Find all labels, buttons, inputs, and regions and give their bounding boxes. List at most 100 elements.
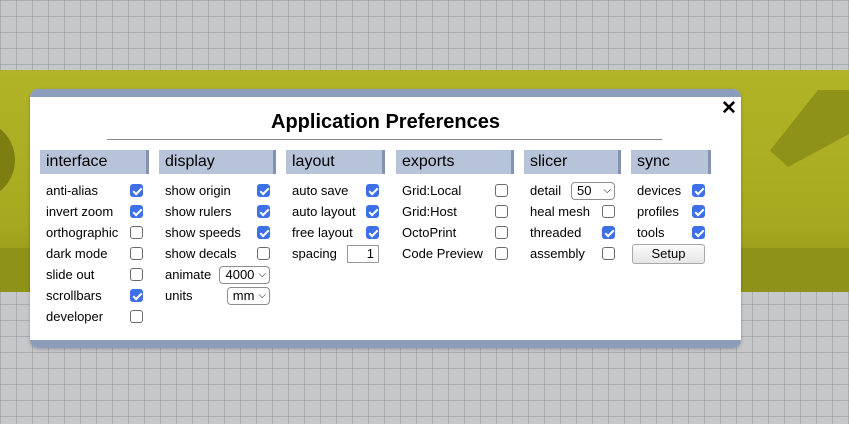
orthographic-checkbox[interactable] [130, 226, 143, 239]
detail-select[interactable]: 50 ⌵ [571, 181, 615, 200]
sync-header: sync [631, 150, 711, 174]
display-show-speeds-row: show speeds [159, 222, 276, 243]
scrollbars-label: scrollbars [46, 288, 102, 303]
spacing-input[interactable]: 1 [347, 244, 379, 263]
slicer-threaded-row: threaded [524, 222, 621, 243]
tools-checkbox[interactable] [692, 226, 705, 239]
layout-auto-save-row: auto save [286, 180, 385, 201]
preferences-dialog: ✕ Application Preferences interface anti… [30, 89, 741, 348]
octoprint-label: OctoPrint [402, 225, 457, 240]
units-select[interactable]: mm ⌵ [226, 286, 270, 305]
show-origin-checkbox[interactable] [257, 184, 270, 197]
sync-profiles-row: profiles [631, 201, 711, 222]
developer-checkbox[interactable] [130, 310, 143, 323]
dark-mode-label: dark mode [46, 246, 108, 261]
layout-section: layout auto save auto layout free layout… [286, 150, 385, 264]
anti-alias-checkbox[interactable] [130, 184, 143, 197]
display-show-rulers-row: show rulers [159, 201, 276, 222]
auto-layout-checkbox[interactable] [366, 205, 379, 218]
animate-select[interactable]: 4000 ⌵ [219, 265, 270, 284]
layout-free-layout-row: free layout [286, 222, 385, 243]
heal-mesh-checkbox[interactable] [602, 205, 615, 218]
dark-mode-checkbox[interactable] [130, 247, 143, 260]
invert-zoom-checkbox[interactable] [130, 205, 143, 218]
display-units-row: units mm ⌵ [159, 285, 276, 306]
interface-orthographic-row: orthographic [40, 222, 149, 243]
auto-save-checkbox[interactable] [366, 184, 379, 197]
devices-label: devices [637, 183, 682, 198]
layout-header: layout [286, 150, 385, 174]
show-origin-label: show origin [165, 183, 231, 198]
chevron-down-icon: ⌵ [258, 290, 266, 301]
invert-zoom-label: invert zoom [46, 204, 114, 219]
detail-value: 50 [577, 183, 592, 198]
auto-save-label: auto save [292, 183, 349, 198]
heal-mesh-label: heal mesh [530, 204, 590, 219]
assembly-label: assembly [530, 246, 585, 261]
units-value: mm [232, 288, 255, 303]
threaded-label: threaded [530, 225, 582, 240]
interface-anti-alias-row: anti-alias [40, 180, 149, 201]
grid-local-label: Grid:Local [402, 183, 462, 198]
exports-code-preview-row: Code Preview [396, 243, 514, 264]
slicer-header: slicer [524, 150, 621, 174]
display-section: display show origin show rulers show spe… [159, 150, 276, 306]
interface-invert-zoom-row: invert zoom [40, 201, 149, 222]
orthographic-label: orthographic [46, 225, 119, 240]
layout-spacing-row: spacing 1 [286, 243, 385, 264]
slicer-assembly-row: assembly [524, 243, 621, 264]
exports-grid-host-row: Grid:Host [396, 201, 514, 222]
exports-grid-local-row: Grid:Local [396, 180, 514, 201]
assembly-checkbox[interactable] [602, 247, 615, 260]
interface-dark-mode-row: dark mode [40, 243, 149, 264]
sync-devices-row: devices [631, 180, 711, 201]
grid-local-checkbox[interactable] [495, 184, 508, 197]
spacing-label: spacing [292, 246, 337, 261]
slide-out-checkbox[interactable] [130, 268, 143, 281]
interface-scrollbars-row: scrollbars [40, 285, 149, 306]
slicer-section: slicer detail 50 ⌵ heal mesh threaded as… [524, 150, 621, 264]
profiles-checkbox[interactable] [692, 205, 705, 218]
scrollbars-checkbox[interactable] [130, 289, 143, 302]
anti-alias-label: anti-alias [46, 183, 99, 198]
show-rulers-label: show rulers [165, 204, 232, 219]
grid-host-checkbox[interactable] [495, 205, 508, 218]
octoprint-checkbox[interactable] [495, 226, 508, 239]
units-label: units [165, 288, 193, 303]
free-layout-label: free layout [292, 225, 353, 240]
chevron-down-icon: ⌵ [603, 185, 611, 196]
title-divider [107, 139, 662, 140]
setup-button[interactable]: Setup [632, 243, 705, 264]
show-rulers-checkbox[interactable] [257, 205, 270, 218]
code-preview-checkbox[interactable] [495, 247, 508, 260]
show-decals-checkbox[interactable] [257, 247, 270, 260]
interface-slide-out-row: slide out [40, 264, 149, 285]
sync-tools-row: tools [631, 222, 711, 243]
devices-checkbox[interactable] [692, 184, 705, 197]
slicer-heal-mesh-row: heal mesh [524, 201, 621, 222]
tools-label: tools [637, 225, 665, 240]
display-animate-row: animate 4000 ⌵ [159, 264, 276, 285]
slicer-detail-row: detail 50 ⌵ [524, 180, 621, 201]
threaded-checkbox[interactable] [602, 226, 615, 239]
dialog-title: Application Preferences [271, 111, 500, 133]
display-show-origin-row: show origin [159, 180, 276, 201]
profiles-label: profiles [637, 204, 679, 219]
interface-section: interface anti-alias invert zoom orthogr… [40, 150, 149, 327]
exports-section: exports Grid:Local Grid:Host OctoPrint C… [396, 150, 514, 264]
developer-label: developer [46, 309, 104, 324]
auto-layout-label: auto layout [292, 204, 356, 219]
display-header: display [159, 150, 276, 174]
exports-octoprint-row: OctoPrint [396, 222, 514, 243]
detail-label: detail [530, 183, 562, 198]
free-layout-checkbox[interactable] [366, 226, 379, 239]
code-preview-label: Code Preview [402, 246, 483, 261]
animate-value: 4000 [225, 267, 255, 282]
interface-header: interface [40, 150, 149, 174]
show-decals-label: show decals [165, 246, 237, 261]
layout-auto-layout-row: auto layout [286, 201, 385, 222]
slide-out-label: slide out [46, 267, 95, 282]
grid-host-label: Grid:Host [402, 204, 457, 219]
sync-section: sync devices profiles tools Setup [631, 150, 711, 264]
show-speeds-checkbox[interactable] [257, 226, 270, 239]
